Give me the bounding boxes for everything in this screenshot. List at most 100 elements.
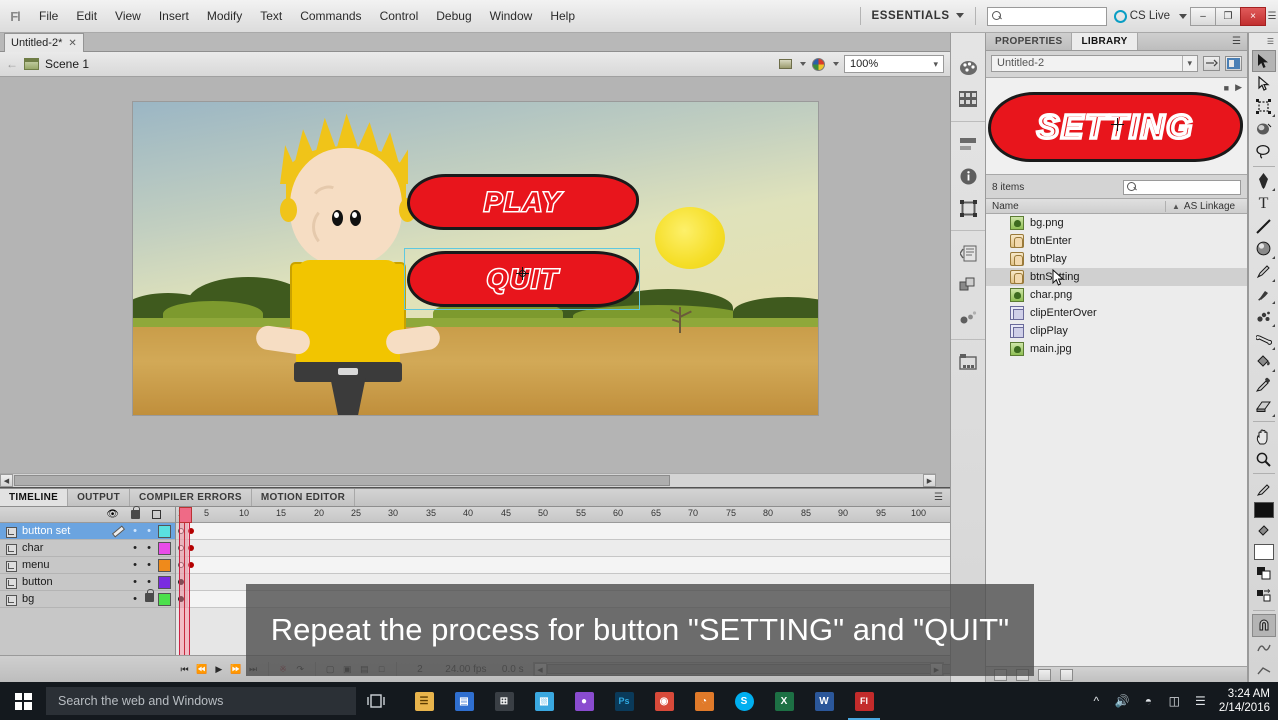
layer-visibility-toggle[interactable]: • xyxy=(128,542,142,554)
layer-row-button-set[interactable]: button set • • xyxy=(0,523,175,540)
taskbar-search-box[interactable]: Search the web and Windows xyxy=(46,687,356,715)
panel-menu-icon[interactable]: ☰ xyxy=(1232,33,1247,50)
panel-expand-icon[interactable]: ☰ xyxy=(1266,11,1278,22)
taskbar-app-excel[interactable]: X xyxy=(764,682,804,720)
go-to-first-frame-button[interactable]: ⏮ xyxy=(178,662,191,677)
column-header-name[interactable]: Name xyxy=(986,201,1165,212)
lock-icon[interactable] xyxy=(131,506,140,519)
taskbar-app-calculator[interactable]: ⊞ xyxy=(484,682,524,720)
taskbar-app-file-explorer[interactable]: ☰ xyxy=(404,682,444,720)
properties-button[interactable] xyxy=(1038,668,1051,681)
layer-visibility-toggle[interactable]: • xyxy=(128,576,142,588)
layer-visibility-toggle[interactable]: • xyxy=(128,593,142,605)
swap-colors-button[interactable] xyxy=(1252,585,1276,608)
taskbar-app-skype[interactable]: S xyxy=(724,682,764,720)
layer-row-char[interactable]: char • • xyxy=(0,540,175,557)
task-view-button[interactable] xyxy=(356,682,396,720)
layer-row-menu[interactable]: menu • • xyxy=(0,557,175,574)
taskbar-app-photoshop[interactable]: Ps xyxy=(604,682,644,720)
stop-preview-icon[interactable]: ■ xyxy=(1224,83,1229,93)
menu-insert[interactable]: Insert xyxy=(150,0,198,33)
layer-visibility-toggle[interactable]: • xyxy=(128,525,142,537)
workspace-switcher[interactable]: ESSENTIALS xyxy=(868,10,968,22)
taskbar-app-store[interactable]: ▤ xyxy=(444,682,484,720)
selection-tool[interactable] xyxy=(1251,49,1276,73)
taskbar-clock[interactable]: 3:24 AM 2/14/2016 xyxy=(1219,687,1270,716)
chevron-down-icon[interactable] xyxy=(833,62,839,66)
layer-color-swatch[interactable] xyxy=(158,592,171,606)
help-search-input[interactable] xyxy=(1005,9,1102,23)
stage-canvas[interactable]: PLAY QUIT xyxy=(133,102,818,415)
wifi-icon[interactable]: ◓ xyxy=(1141,694,1156,709)
tools-panel-menu-icon[interactable]: ☰ xyxy=(1249,37,1278,50)
library-item-clipplay[interactable]: clipPlay xyxy=(986,322,1247,340)
components-icon[interactable] xyxy=(955,272,981,298)
library-item-btnsetting[interactable]: btnSetting xyxy=(986,268,1247,286)
pencil-tool[interactable] xyxy=(1252,260,1276,283)
free-transform-tool[interactable] xyxy=(1252,95,1276,118)
tab-library[interactable]: LIBRARY xyxy=(1072,33,1138,50)
menu-help[interactable]: Help xyxy=(541,0,584,33)
layer-lock-toggle[interactable] xyxy=(142,589,156,605)
minimize-button[interactable]: – xyxy=(1190,6,1216,26)
hand-tool[interactable] xyxy=(1252,425,1276,448)
transform-icon[interactable] xyxy=(955,195,981,221)
menu-modify[interactable]: Modify xyxy=(198,0,251,33)
taskbar-app-flash[interactable]: Fl xyxy=(844,682,884,720)
eraser-tool[interactable] xyxy=(1252,396,1276,419)
frame-row-char[interactable] xyxy=(176,540,950,557)
subselection-tool[interactable] xyxy=(1252,72,1276,95)
back-arrow-icon[interactable]: ← xyxy=(6,57,18,71)
breadcrumb-scene[interactable]: Scene 1 xyxy=(45,57,89,71)
tab-motion-editor[interactable]: MOTION EDITOR xyxy=(252,489,356,506)
column-header-as-linkage[interactable]: ▲ AS Linkage xyxy=(1165,200,1247,212)
pin-library-button[interactable] xyxy=(1203,55,1220,71)
zoom-level-select[interactable]: 100% ▾ xyxy=(844,55,944,73)
movie-explorer-icon[interactable] xyxy=(955,349,981,375)
menu-edit[interactable]: Edit xyxy=(67,0,106,33)
taskbar-app-camtasia[interactable]: ● xyxy=(564,682,604,720)
step-back-button[interactable]: ⏪ xyxy=(195,662,208,677)
new-library-panel-button[interactable] xyxy=(1225,55,1242,71)
playhead-handle[interactable] xyxy=(179,507,192,523)
chevron-down-icon[interactable] xyxy=(800,62,806,66)
fill-color-swatch[interactable] xyxy=(1252,542,1276,562)
deco-tool[interactable] xyxy=(1252,305,1276,328)
tab-timeline[interactable]: TIMELINE xyxy=(0,489,69,506)
library-document-select[interactable]: Untitled-2 ▾ xyxy=(991,54,1198,72)
play-preview-icon[interactable]: ▶ xyxy=(1235,82,1242,93)
bone-tool[interactable] xyxy=(1252,328,1276,351)
oval-tool[interactable] xyxy=(1252,238,1276,261)
paint-bucket-tool[interactable] xyxy=(1252,351,1276,374)
library-item-bg-png[interactable]: bg.png xyxy=(986,214,1247,232)
behaviors-icon[interactable] xyxy=(955,304,981,330)
menu-window[interactable]: Window xyxy=(481,0,542,33)
stage-hscroll-thumb[interactable] xyxy=(14,475,670,486)
play-button[interactable]: ▶ xyxy=(212,662,225,677)
eye-icon[interactable]: 👁 xyxy=(106,509,119,520)
taskbar-app-chrome[interactable]: ◉ xyxy=(644,682,684,720)
menu-control[interactable]: Control xyxy=(371,0,428,33)
help-search-box[interactable] xyxy=(986,6,1107,26)
layer-lock-toggle[interactable]: • xyxy=(142,559,156,571)
layer-color-swatch[interactable] xyxy=(158,541,171,555)
document-tab-untitled-2[interactable]: Untitled-2* ✕ xyxy=(4,33,84,52)
tab-output[interactable]: OUTPUT xyxy=(68,489,130,506)
delete-button[interactable] xyxy=(1060,668,1073,681)
scroll-left-icon[interactable]: ◀ xyxy=(0,474,13,487)
library-item-main-jpg[interactable]: main.jpg xyxy=(986,340,1247,358)
action-center-icon[interactable]: ☰ xyxy=(1193,694,1208,709)
stage-button-play[interactable]: PLAY xyxy=(407,174,639,230)
lasso-tool[interactable] xyxy=(1252,140,1276,163)
tab-properties[interactable]: PROPERTIES xyxy=(986,33,1073,50)
eyedropper-tool[interactable] xyxy=(1252,373,1276,396)
stroke-color-eyedropper-icon[interactable] xyxy=(1252,477,1276,500)
gradient-transform-tool[interactable] xyxy=(1252,118,1276,141)
close-icon[interactable]: ✕ xyxy=(68,38,76,49)
tab-compiler-errors[interactable]: COMPILER ERRORS xyxy=(130,489,252,506)
black-and-white-button[interactable] xyxy=(1252,562,1276,585)
library-item-btnenter[interactable]: btnEnter xyxy=(986,232,1247,250)
layer-color-swatch[interactable] xyxy=(158,558,171,572)
menu-text[interactable]: Text xyxy=(251,0,291,33)
layer-lock-toggle[interactable]: • xyxy=(142,525,156,537)
